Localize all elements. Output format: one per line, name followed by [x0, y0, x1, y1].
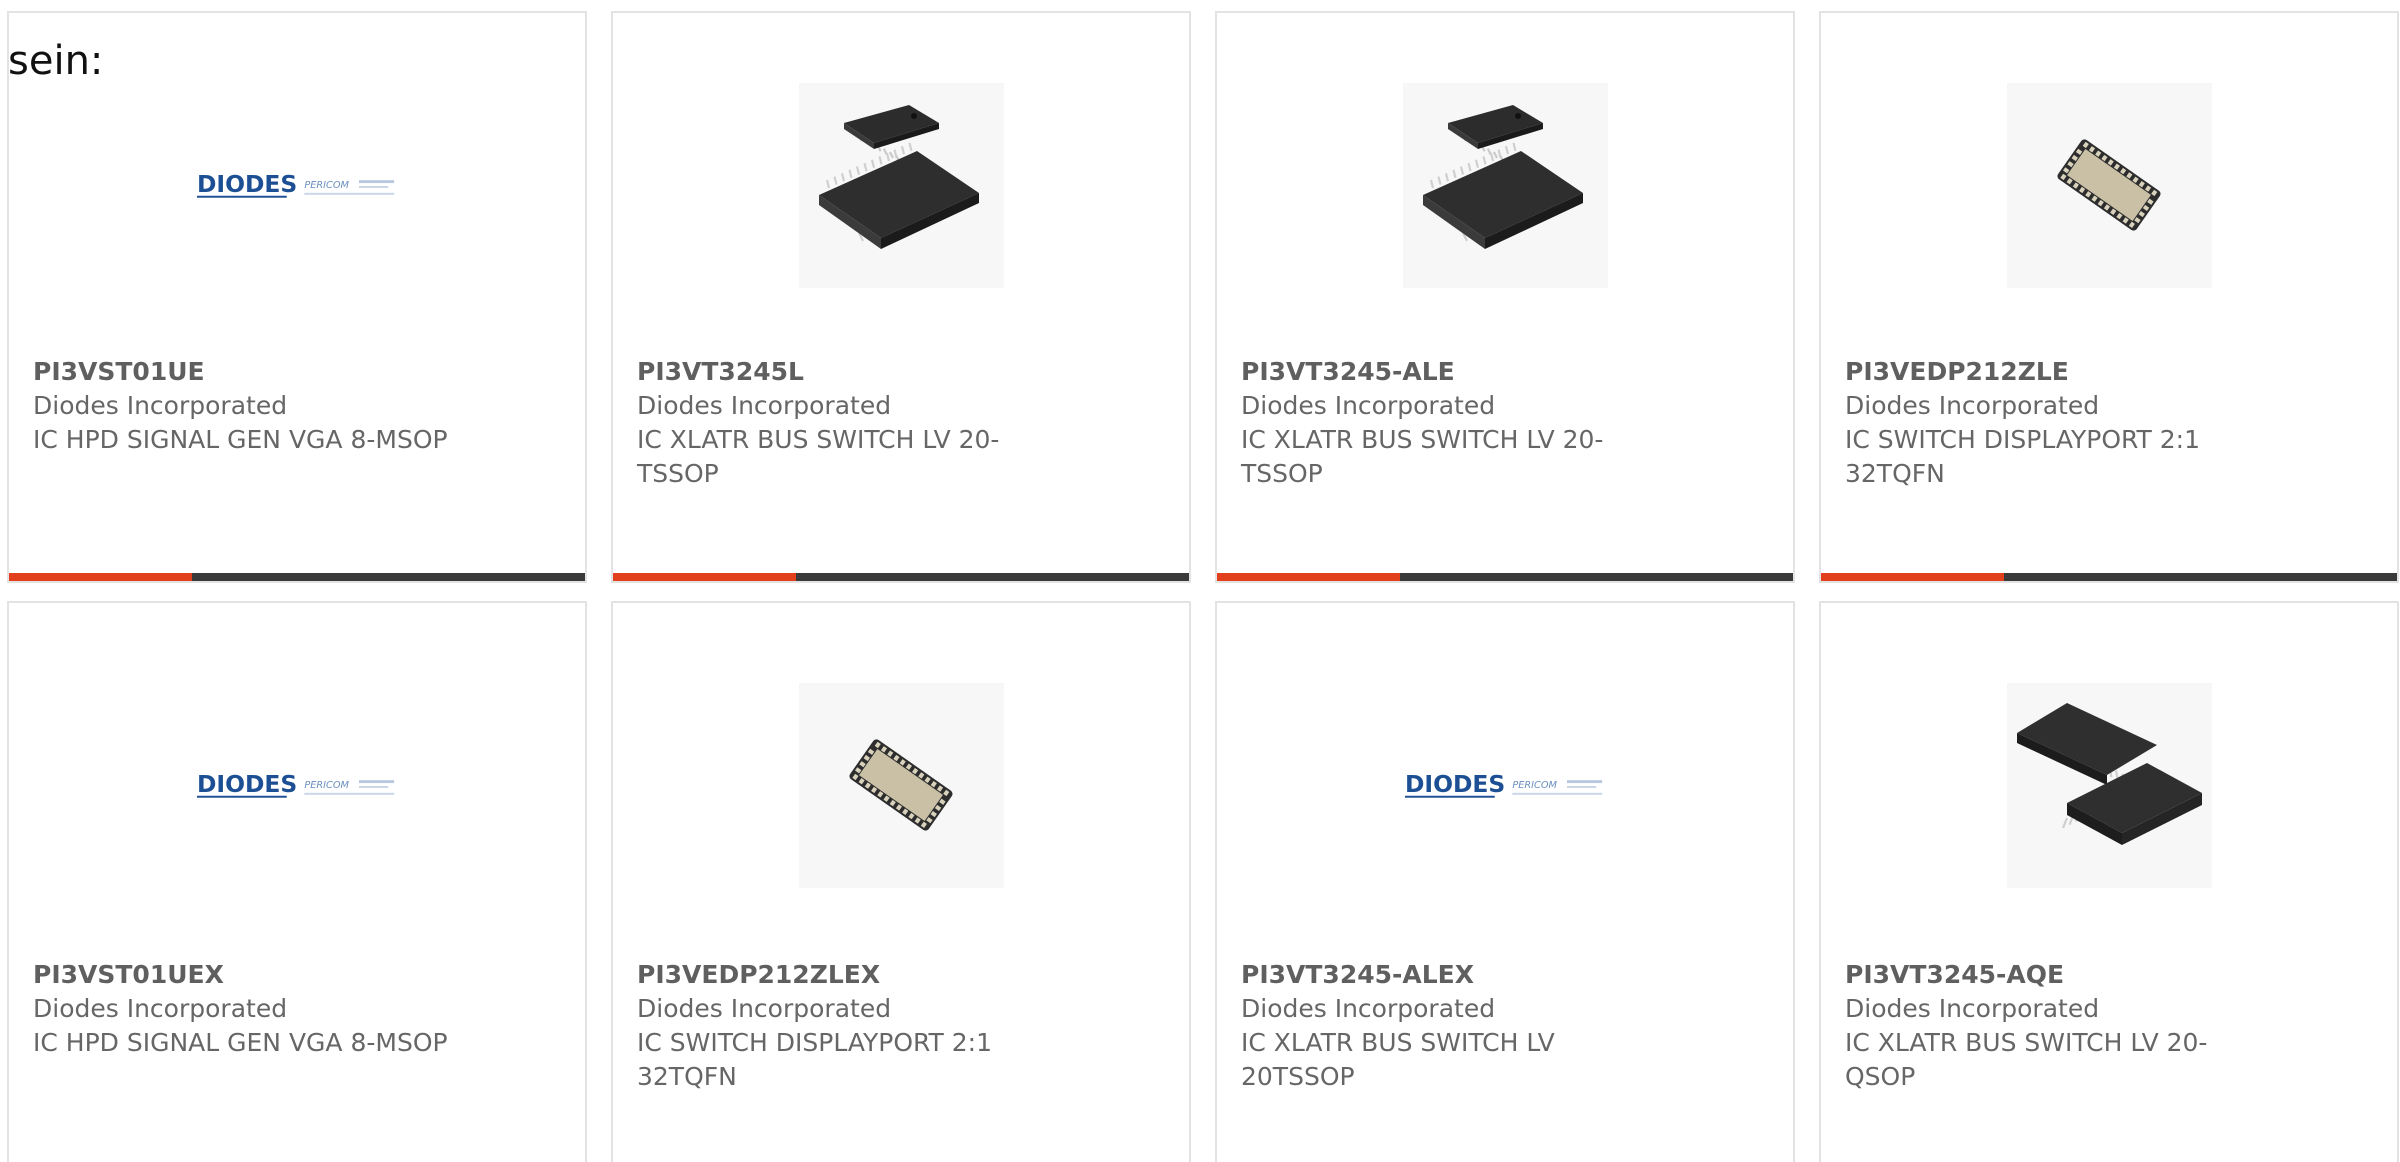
card-accent-bar [613, 573, 796, 581]
manufacturer-name: Diodes Incorporated [1845, 391, 2100, 420]
manufacturer-name: Diodes Incorporated [637, 391, 892, 420]
svg-text:PERICOM: PERICOM [304, 779, 349, 790]
svg-text:DIODES: DIODES [196, 169, 296, 197]
svg-text:PERICOM: PERICOM [1512, 779, 1557, 790]
product-grid: DIODES PERICOM PI3VST01UE Diodes Incorpor… [7, 11, 2400, 1162]
part-number-link[interactable]: PI3VT3245-ALE [1241, 355, 1671, 389]
tqfn-chip-icon [798, 683, 1004, 888]
product-card[interactable]: DIODES PERICOM PI3VST01UE Diodes Incorpor… [7, 11, 587, 583]
diodes-logo-icon: DIODES PERICOM [1403, 683, 1608, 888]
product-card[interactable]: DIODES PERICOM PI3VST01UEX Diodes Incorpo… [7, 601, 587, 1162]
product-description: IC XLATR BUS SWITCH LV 20-TSSOP [1241, 425, 1604, 488]
card-accent-bar [1217, 573, 1400, 581]
part-number-link[interactable]: PI3VST01UEX [33, 958, 463, 992]
svg-text:DIODES: DIODES [196, 769, 296, 797]
product-image[interactable] [1821, 83, 2397, 288]
card-footer-bar [1821, 573, 2397, 581]
product-card[interactable]: PI3VT3245L Diodes Incorporated IC XLATR … [611, 11, 1191, 583]
manufacturer-name: Diodes Incorporated [33, 391, 288, 420]
product-description: IC XLATR BUS SWITCH LV 20-QSOP [1845, 1028, 2208, 1091]
part-number-link[interactable]: PI3VT3245L [637, 355, 1067, 389]
part-number-link[interactable]: PI3VST01UE [33, 355, 463, 389]
product-image[interactable] [613, 83, 1189, 288]
part-number-link[interactable]: PI3VT3245-AQE [1845, 958, 2275, 992]
product-image[interactable] [1821, 683, 2397, 888]
manufacturer-name: Diodes Incorporated [1241, 391, 1496, 420]
product-image[interactable]: DIODES PERICOM [9, 83, 585, 288]
product-card[interactable]: PI3VT3245-ALE Diodes Incorporated IC XLA… [1215, 11, 1795, 583]
product-image[interactable]: DIODES PERICOM [1217, 683, 1793, 888]
product-info: PI3VST01UE Diodes Incorporated IC HPD SI… [33, 355, 463, 457]
product-card[interactable]: PI3VEDP212ZLE Diodes Incorporated IC SWI… [1819, 11, 2399, 583]
product-card[interactable]: DIODES PERICOM PI3VT3245-ALEX Diodes Inco… [1215, 601, 1795, 1162]
product-info: PI3VT3245-ALEX Diodes Incorporated IC XL… [1241, 958, 1671, 1094]
product-info: PI3VST01UEX Diodes Incorporated IC HPD S… [33, 958, 463, 1060]
diodes-logo-icon: DIODES PERICOM [195, 683, 400, 888]
product-image[interactable] [1217, 83, 1793, 288]
product-info: PI3VT3245-ALE Diodes Incorporated IC XLA… [1241, 355, 1671, 491]
product-card[interactable]: PI3VEDP212ZLEX Diodes Incorporated IC SW… [611, 601, 1191, 1162]
section-heading: sein: [8, 38, 104, 84]
part-number-link[interactable]: PI3VEDP212ZLE [1845, 355, 2275, 389]
svg-text:DIODES: DIODES [1404, 769, 1504, 797]
product-info: PI3VT3245L Diodes Incorporated IC XLATR … [637, 355, 1067, 491]
product-info: PI3VT3245-AQE Diodes Incorporated IC XLA… [1845, 958, 2275, 1094]
card-footer-bar [9, 573, 585, 581]
svg-text:PERICOM: PERICOM [304, 179, 349, 190]
card-footer-bar [1217, 573, 1793, 581]
product-description: IC SWITCH DISPLAYPORT 2:1 32TQFN [1845, 425, 2201, 488]
tqfn-chip-icon [2006, 83, 2212, 288]
card-accent-bar [1821, 573, 2004, 581]
product-image[interactable]: DIODES PERICOM [9, 683, 585, 888]
product-info: PI3VEDP212ZLEX Diodes Incorporated IC SW… [637, 958, 1067, 1094]
manufacturer-name: Diodes Incorporated [1241, 994, 1496, 1023]
product-image[interactable] [613, 683, 1189, 888]
product-description: IC XLATR BUS SWITCH LV 20-TSSOP [637, 425, 1000, 488]
product-card[interactable]: PI3VT3245-AQE Diodes Incorporated IC XLA… [1819, 601, 2399, 1162]
tssop-chip-pair-icon [798, 83, 1004, 288]
product-description: IC SWITCH DISPLAYPORT 2:1 32TQFN [637, 1028, 993, 1091]
product-description: IC HPD SIGNAL GEN VGA 8-MSOP [33, 1028, 448, 1057]
product-grid-page: sein: DIODES PERICOM PI3VST01UE Diodes In… [0, 0, 2400, 1162]
manufacturer-name: Diodes Incorporated [1845, 994, 2100, 1023]
manufacturer-name: Diodes Incorporated [637, 994, 892, 1023]
card-accent-bar [9, 573, 192, 581]
diodes-logo-icon: DIODES PERICOM [195, 83, 400, 288]
manufacturer-name: Diodes Incorporated [33, 994, 288, 1023]
tssop-chip-pair-icon [1402, 83, 1608, 288]
card-footer-bar [613, 573, 1189, 581]
product-info: PI3VEDP212ZLE Diodes Incorporated IC SWI… [1845, 355, 2275, 491]
product-description: IC XLATR BUS SWITCH LV 20TSSOP [1241, 1028, 1555, 1091]
part-number-link[interactable]: PI3VT3245-ALEX [1241, 958, 1671, 992]
product-description: IC HPD SIGNAL GEN VGA 8-MSOP [33, 425, 448, 454]
qsop-chip-pair-icon [2006, 683, 2212, 888]
part-number-link[interactable]: PI3VEDP212ZLEX [637, 958, 1067, 992]
